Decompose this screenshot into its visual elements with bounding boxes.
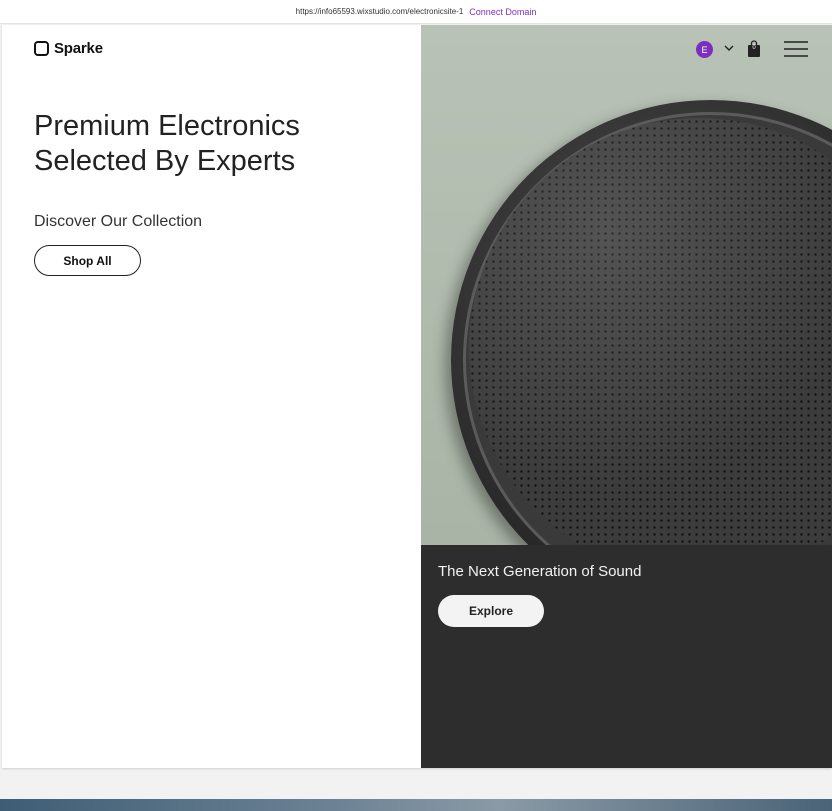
- speaker-hero-image: E 0: [421, 25, 832, 545]
- next-section-image-edge: [0, 799, 832, 811]
- site-url: https://info65593.wixstudio.com/electron…: [295, 7, 464, 16]
- site-page: Sparke Premium Electronics Selected By E…: [2, 25, 832, 768]
- editor-preview-bar: https://info65593.wixstudio.com/electron…: [0, 0, 832, 24]
- hamburger-menu-icon[interactable]: [784, 40, 808, 58]
- feature-panel: E 0 The Next Generation of Sound Explore: [421, 25, 832, 768]
- collection-subheading: Discover Our Collection: [34, 213, 203, 230]
- site-logo[interactable]: Sparke: [34, 40, 103, 57]
- feature-title: The Next Generation of Sound: [438, 563, 642, 580]
- square-logo-icon: [34, 41, 49, 56]
- user-avatar-icon[interactable]: E: [696, 41, 713, 58]
- chevron-down-icon[interactable]: [722, 41, 736, 55]
- headline-line-2: Selected By Experts: [34, 145, 296, 177]
- site-header-actions: E 0: [421, 25, 832, 75]
- speaker-image: [451, 100, 832, 545]
- connect-domain-link[interactable]: Connect Domain: [469, 7, 536, 17]
- explore-button[interactable]: Explore: [438, 595, 544, 627]
- logo-text: Sparke: [54, 40, 103, 57]
- feature-caption-panel: The Next Generation of Sound Explore: [421, 545, 832, 768]
- headline-line-1: Premium Electronics: [34, 110, 300, 142]
- cart-count: 0: [752, 45, 756, 51]
- shop-all-button[interactable]: Shop All: [34, 245, 141, 276]
- hero-headline: Premium Electronics Selected By Experts: [34, 109, 394, 179]
- intro-panel: Sparke Premium Electronics Selected By E…: [2, 25, 421, 768]
